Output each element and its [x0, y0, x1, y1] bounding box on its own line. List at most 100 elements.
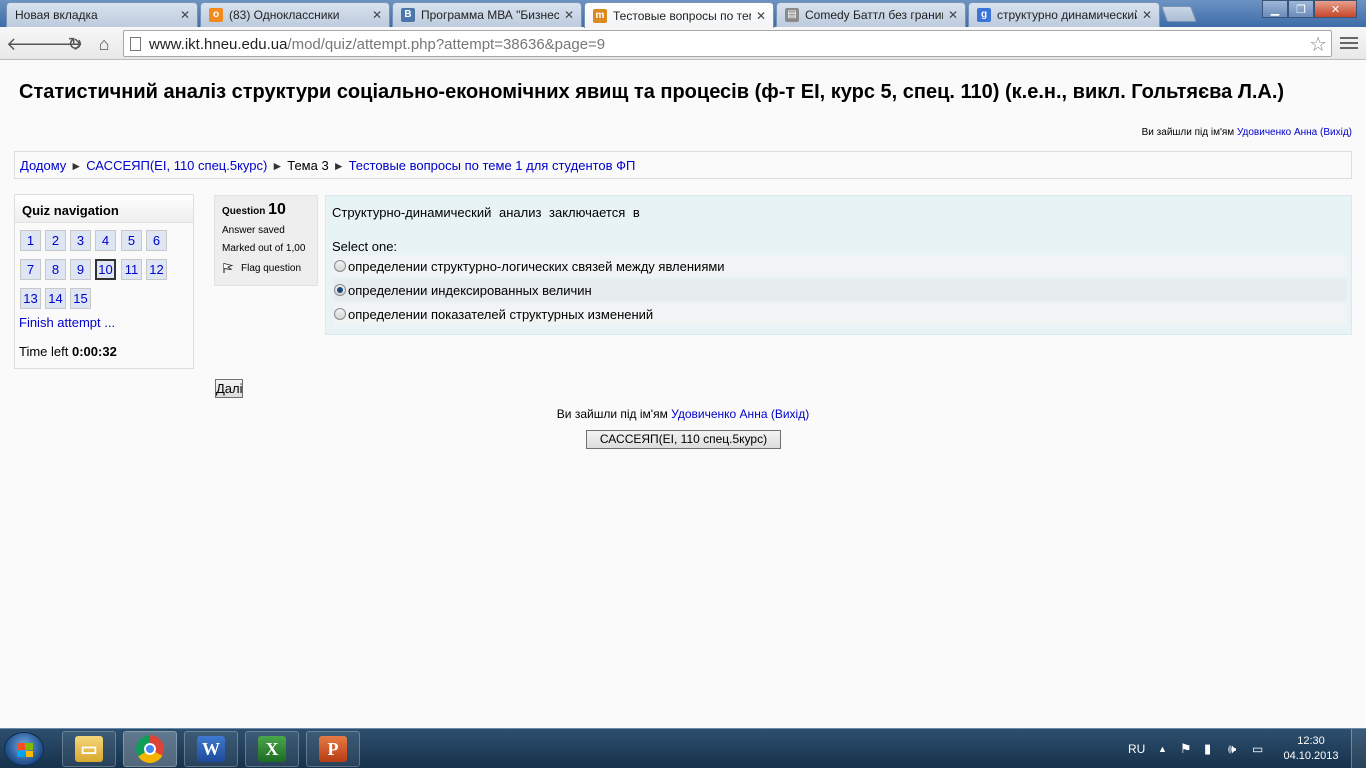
page-icon: [130, 37, 141, 51]
breadcrumb-separator: ►: [271, 159, 284, 173]
powerpoint-icon: P: [319, 736, 347, 762]
show-hidden-icons[interactable]: ▲: [1158, 729, 1167, 768]
show-desktop-button[interactable]: [1351, 729, 1366, 768]
question-button-8[interactable]: 8: [45, 259, 66, 280]
question-button-5[interactable]: 5: [121, 230, 142, 251]
chrome-icon: [136, 735, 164, 763]
taskbar-word[interactable]: W: [184, 731, 238, 767]
tab-title: Новая вкладка: [15, 8, 98, 22]
time-left-label: Time left: [19, 344, 69, 359]
odnoklassniki-icon: о: [209, 8, 223, 22]
network-icon[interactable]: ▭: [1252, 729, 1263, 768]
tab-mba[interactable]: В Программа МВА "Бизнес ✕: [392, 2, 582, 27]
answer-option-3[interactable]: определении показателей структурных изме…: [334, 303, 1347, 325]
breadcrumb-course[interactable]: САССЕЯП(ЕІ, 110 спец.5курс): [86, 158, 267, 173]
close-icon[interactable]: ✕: [755, 9, 767, 23]
windows-logo-icon: [17, 743, 33, 757]
home-button[interactable]: ⌂: [93, 33, 115, 55]
tab-google[interactable]: g структурно динамический ✕: [968, 2, 1160, 27]
close-icon[interactable]: ✕: [179, 8, 191, 22]
close-icon[interactable]: ✕: [1141, 8, 1153, 22]
taskbar-excel[interactable]: X: [245, 731, 299, 767]
tab-title: (83) Одноклассники: [229, 8, 340, 22]
forward-button[interactable]: 🡒: [35, 33, 83, 55]
taskbar: ▭ W X P RU ▲ ⚑ ▮ 🕪 ▭ 12:30 04.10.2013: [0, 728, 1366, 768]
logout-link[interactable]: (Вихід): [771, 407, 809, 421]
taskbar-powerpoint[interactable]: P: [306, 731, 360, 767]
tab-title: Comedy Баттл без границ: [805, 8, 943, 22]
flag-icon: [223, 263, 234, 273]
breadcrumb-separator: ►: [70, 159, 83, 173]
taskbar-chrome[interactable]: [123, 731, 177, 767]
login-info: Ви зайшли під ім'ям Удовиченко Анна (Вих…: [1142, 127, 1352, 138]
radio-button-selected[interactable]: [334, 284, 346, 296]
url-host: www.ikt.hneu.edu.ua: [149, 36, 288, 53]
tab-title: структурно динамический: [997, 8, 1137, 22]
start-button[interactable]: [4, 732, 44, 766]
breadcrumb-quiz[interactable]: Тестовые вопросы по теме 1 для студентов…: [349, 158, 636, 173]
url-text: www.ikt.hneu.edu.ua/mod/quiz/attempt.php…: [149, 36, 605, 53]
maximize-button[interactable]: ❐: [1288, 0, 1314, 18]
tab-title: Тестовые вопросы по теме: [613, 8, 751, 23]
question-button-14[interactable]: 14: [45, 288, 66, 309]
finish-attempt-link[interactable]: Finish attempt ...: [19, 315, 115, 330]
moodle-icon: m: [593, 8, 607, 23]
word-icon: W: [197, 736, 225, 762]
login-prefix: Ви зайшли під ім'ям: [556, 407, 668, 421]
question-button-10[interactable]: 10: [95, 259, 116, 280]
tab-new-tab[interactable]: Новая вкладка ✕: [6, 2, 198, 27]
question-button-6[interactable]: 6: [146, 230, 167, 251]
question-text: Структурно-динамический анализ заключает…: [332, 205, 640, 220]
minimize-button[interactable]: ▁: [1262, 0, 1288, 18]
address-bar[interactable]: www.ikt.hneu.edu.ua/mod/quiz/attempt.php…: [123, 30, 1332, 57]
close-icon[interactable]: ✕: [947, 8, 959, 22]
question-button-2[interactable]: 2: [45, 230, 66, 251]
question-button-9[interactable]: 9: [70, 259, 91, 280]
device-icon[interactable]: ▮: [1204, 729, 1211, 768]
menu-icon[interactable]: [1340, 35, 1358, 51]
window-controls: ▁ ❐ ✕: [1262, 0, 1357, 18]
close-window-button[interactable]: ✕: [1314, 0, 1357, 18]
tab-odnoklassniki[interactable]: о (83) Одноклассники ✕: [200, 2, 390, 27]
close-icon[interactable]: ✕: [563, 8, 575, 22]
tab-comedy[interactable]: ▤ Comedy Баттл без границ ✕: [776, 2, 966, 27]
login-prefix: Ви зайшли під ім'ям: [1141, 127, 1235, 138]
question-number: Question 10: [222, 201, 310, 219]
language-indicator[interactable]: RU: [1128, 729, 1145, 768]
new-tab-button[interactable]: [1161, 6, 1197, 22]
system-clock[interactable]: 12:30 04.10.2013: [1282, 734, 1340, 764]
action-center-icon[interactable]: ⚑: [1180, 729, 1192, 768]
google-icon: g: [977, 8, 991, 22]
question-info: Question 10 Answer saved Marked out of 1…: [214, 195, 318, 286]
reload-button[interactable]: ↻: [64, 33, 86, 55]
logout-link[interactable]: (Вихід): [1320, 127, 1352, 138]
answer-option-1[interactable]: определении структурно-логических связей…: [334, 255, 1347, 277]
user-link[interactable]: Удовиченко Анна: [671, 407, 767, 421]
answer-label: определении структурно-логических связей…: [348, 258, 725, 274]
question-button-15[interactable]: 15: [70, 288, 91, 309]
close-icon[interactable]: ✕: [371, 8, 383, 22]
tab-quiz[interactable]: m Тестовые вопросы по теме ✕: [584, 2, 774, 28]
star-icon[interactable]: ☆: [1309, 32, 1327, 57]
course-button[interactable]: САССЕЯП(ЕІ, 110 спец.5курс): [586, 430, 781, 449]
question-button-13[interactable]: 13: [20, 288, 41, 309]
question-button-12[interactable]: 12: [146, 259, 167, 280]
question-button-4[interactable]: 4: [95, 230, 116, 251]
question-button-3[interactable]: 3: [70, 230, 91, 251]
page-title: Статистичний аналіз структури соціально-…: [19, 81, 1285, 103]
radio-button[interactable]: [334, 260, 346, 272]
explorer-icon: ▭: [75, 736, 103, 762]
question-button-7[interactable]: 7: [20, 259, 41, 280]
question-button-1[interactable]: 1: [20, 230, 41, 251]
breadcrumb: Додому ► САССЕЯП(ЕІ, 110 спец.5курс) ► Тема …: [14, 151, 1352, 179]
volume-icon[interactable]: 🕪: [1228, 729, 1236, 768]
answer-option-2[interactable]: определении индексированных величин: [334, 279, 1347, 301]
back-button[interactable]: 🡐: [6, 33, 54, 55]
next-button[interactable]: Далі: [215, 379, 243, 398]
radio-button[interactable]: [334, 308, 346, 320]
flag-question-button[interactable]: Flag question: [222, 262, 310, 274]
question-button-11[interactable]: 11: [121, 259, 142, 280]
user-link[interactable]: Удовиченко Анна: [1237, 127, 1317, 138]
breadcrumb-home[interactable]: Додому: [20, 158, 66, 173]
taskbar-explorer[interactable]: ▭: [62, 731, 116, 767]
